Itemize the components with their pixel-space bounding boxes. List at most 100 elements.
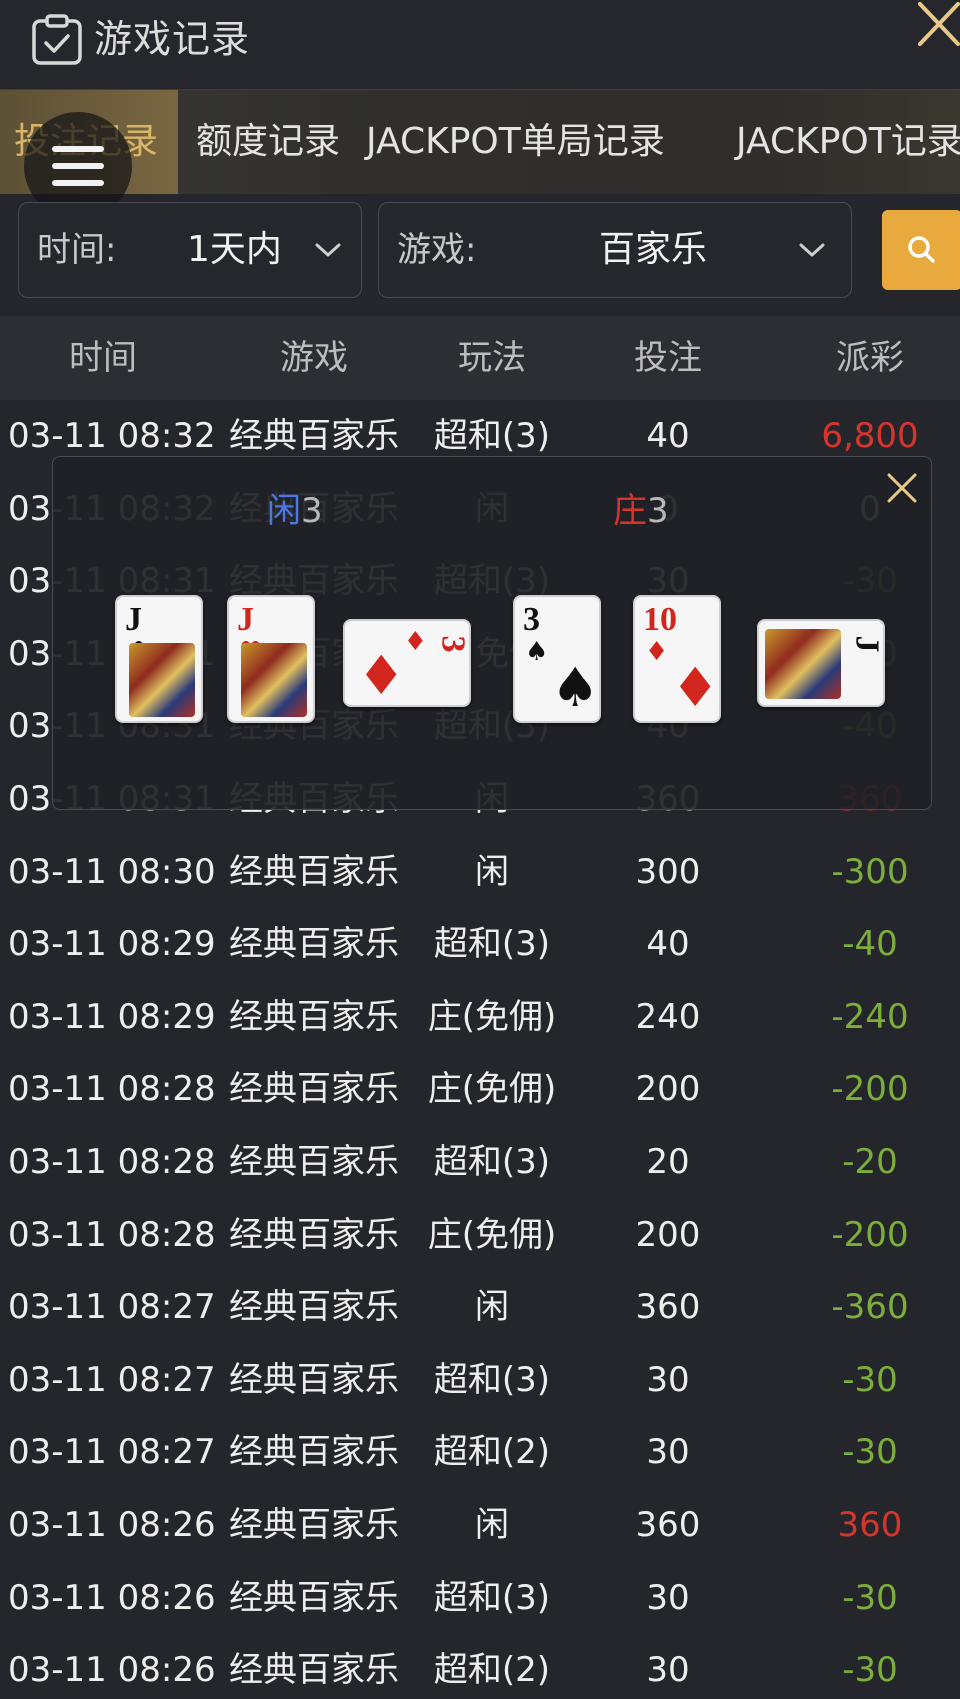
face-card-art: [241, 643, 307, 717]
card-rank: 3: [523, 601, 540, 638]
cell-bet: 200: [635, 1069, 701, 1110]
clipboard-check-icon: [32, 14, 82, 65]
player-label: 闲: [267, 491, 301, 531]
column-header-game: 游戏: [280, 338, 348, 378]
playing-card: 3 ♦ ♦: [343, 619, 471, 707]
card-rank: J: [848, 635, 885, 653]
chevron-down-icon: [799, 243, 825, 257]
playing-card: 3 ♠ ♠: [513, 595, 601, 723]
table-row[interactable]: 03-11 08:28 经典百家乐 庄(免佣) 200 -200: [0, 1053, 960, 1125]
cell-play: 闲: [475, 1287, 509, 1328]
table-row[interactable]: 03-11 08:30 经典百家乐 闲 300 -300: [0, 836, 960, 908]
cell-time: 03-11 08:28: [8, 1214, 216, 1255]
cell-play: 超和(3): [433, 924, 551, 965]
tab-credit-records[interactable]: 额度记录: [196, 90, 340, 194]
cell-bet: 360: [635, 1287, 701, 1328]
column-header-play: 玩法: [458, 338, 526, 378]
player-score: 3: [301, 491, 323, 531]
cell-payout: -30: [842, 1432, 898, 1473]
game-filter-label: 游戏:: [397, 230, 477, 270]
cell-play: 庄(免佣): [427, 1069, 557, 1110]
table-row[interactable]: 03-11 08:26 经典百家乐 超和(3) 30 -30: [0, 1562, 960, 1634]
face-card-art: [129, 643, 195, 717]
menu-line: [52, 163, 104, 169]
cell-game: 经典百家乐: [229, 1287, 399, 1328]
cell-time: 03-11 08:28: [8, 1069, 216, 1110]
cell-time: 03-11 08:30: [8, 851, 216, 892]
card-suit: ♠: [525, 637, 549, 667]
cell-time: 03-11 08:27: [8, 1432, 216, 1473]
cell-payout: -30: [842, 1650, 898, 1691]
banker-label: 庄: [613, 491, 647, 531]
close-icon[interactable]: [885, 471, 919, 505]
player-result-label: 闲3: [267, 489, 323, 533]
cell-payout: 360: [837, 1505, 903, 1545]
time-filter-value: 1天内: [187, 229, 282, 270]
table-row[interactable]: 03-11 08:27 经典百家乐 闲 360 -360: [0, 1271, 960, 1343]
table-row[interactable]: 03-11 08:29 经典百家乐 庄(免佣) 240 -240: [0, 981, 960, 1053]
game-filter-select[interactable]: 游戏: 百家乐: [378, 202, 852, 298]
cell-payout: -30: [842, 1577, 898, 1618]
cell-bet: 30: [646, 1577, 690, 1618]
cell-bet: 20: [646, 1142, 690, 1182]
tab-jackpot-round-records[interactable]: JACKPOT单局记录: [366, 90, 665, 194]
table-row[interactable]: 03-11 08:27 经典百家乐 超和(3) 30 -30: [0, 1344, 960, 1416]
cell-game: 经典百家乐: [229, 1142, 399, 1182]
table-row[interactable]: 03-11 08:28 经典百家乐 庄(免佣) 200 -200: [0, 1199, 960, 1271]
menu-line: [52, 180, 104, 186]
cell-play: 超和(3): [433, 1359, 551, 1400]
cell-play: 闲: [475, 1505, 509, 1545]
cell-play: 超和(3): [433, 1577, 551, 1618]
tab-jackpot-records[interactable]: JACKPOT记录: [736, 90, 960, 194]
chevron-down-icon: [315, 243, 341, 257]
cell-payout: -300: [831, 851, 909, 892]
playing-card: J♣: [115, 595, 203, 723]
cell-bet: 40: [646, 924, 690, 965]
cell-time: 03-11 08:27: [8, 1287, 216, 1328]
record-tabs: 投注记录 额度记录 JACKPOT单局记录 JACKPOT记录: [0, 90, 960, 194]
cell-play: 超和(2): [433, 1650, 551, 1691]
cell-bet: 30: [646, 1432, 690, 1473]
cell-payout: -20: [842, 1142, 898, 1182]
cell-time: 03-11 08:26: [8, 1505, 216, 1545]
column-header-payout: 派彩: [836, 338, 904, 378]
cell-game: 经典百家乐: [229, 1577, 399, 1618]
time-filter-select[interactable]: 时间: 1天内: [18, 202, 362, 298]
banker-result-label: 庄3: [613, 489, 669, 533]
cell-game: 经典百家乐: [229, 924, 399, 965]
table-row[interactable]: 03-11 08:26 经典百家乐 超和(2) 30 -30: [0, 1634, 960, 1699]
cell-play: 闲: [475, 851, 509, 892]
cell-game: 经典百家乐: [229, 996, 399, 1037]
banker-score: 3: [647, 491, 669, 531]
cell-payout: -30: [842, 1359, 898, 1400]
cell-bet: 360: [635, 1505, 701, 1545]
playing-card: J♥: [227, 595, 315, 723]
card-pip: ♠: [551, 656, 600, 719]
card-rank: 10: [643, 601, 677, 638]
cell-game: 经典百家乐: [229, 851, 399, 892]
table-row[interactable]: 03-11 08:27 经典百家乐 超和(2) 30 -30: [0, 1416, 960, 1488]
table-row[interactable]: 03-11 08:28 经典百家乐 超和(3) 20 -20: [0, 1126, 960, 1198]
cell-play: 超和(3): [433, 1142, 551, 1182]
cell-time: 03-11 08:26: [8, 1650, 216, 1691]
column-header-bet: 投注: [634, 338, 702, 378]
cell-game: 经典百家乐: [229, 1650, 399, 1691]
page-title: 游戏记录: [94, 17, 251, 61]
table-row[interactable]: 03-11 08:26 经典百家乐 闲 360 360: [0, 1489, 960, 1561]
search-button[interactable]: [882, 210, 960, 290]
time-filter-label: 时间:: [37, 230, 117, 270]
card-rank: J: [125, 601, 142, 638]
table-header: 时间 游戏 玩法 投注 派彩: [0, 316, 960, 400]
cell-bet: 300: [635, 851, 701, 892]
table-row[interactable]: 03-11 08:29 经典百家乐 超和(3) 40 -40: [0, 908, 960, 980]
cell-bet: 30: [646, 1359, 690, 1400]
cell-play: 庄(免佣): [427, 996, 557, 1037]
game-filter-value: 百家乐: [599, 229, 708, 270]
card-suit: ♦: [403, 627, 427, 657]
card-pip: ♦: [357, 644, 406, 707]
close-icon[interactable]: [918, 0, 960, 50]
cell-game: 经典百家乐: [229, 1432, 399, 1473]
cell-bet: 200: [635, 1214, 701, 1255]
card-suit: ♦: [645, 637, 669, 667]
column-header-time: 时间: [69, 338, 137, 378]
